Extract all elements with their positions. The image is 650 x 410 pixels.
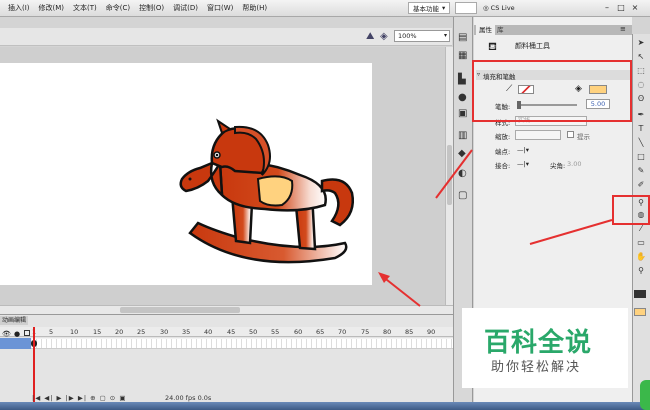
annotation-arrow (381, 275, 421, 307)
annotation-arrow (435, 149, 473, 199)
corner-badge (640, 380, 650, 410)
watermark-title: 百科全说 (484, 328, 593, 358)
watermark-subtitle: 助你轻松解决 (491, 360, 582, 375)
annotation-arrow (529, 219, 613, 245)
taskbar (0, 402, 650, 410)
